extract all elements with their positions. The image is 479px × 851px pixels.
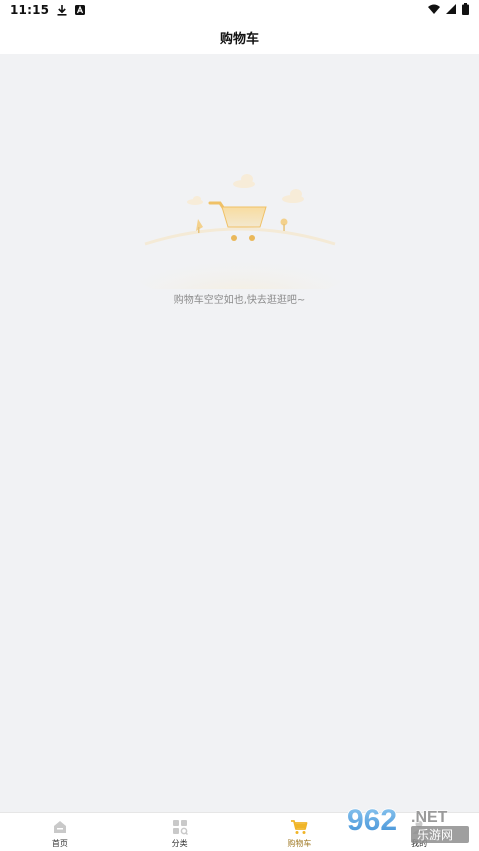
tab-cart-label: 购物车 xyxy=(287,838,312,848)
category-icon xyxy=(171,818,189,836)
cart-content: 购物车空空如也,快去逛逛吧~ xyxy=(0,54,479,812)
status-time: 11:15 xyxy=(10,3,50,17)
empty-cart-message: 购物车空空如也,快去逛逛吧~ xyxy=(173,295,306,306)
wifi-icon xyxy=(428,3,440,17)
svg-text:乐游网: 乐游网 xyxy=(417,828,453,842)
a-badge-icon xyxy=(75,5,86,15)
cart-icon xyxy=(290,818,308,836)
svg-text:.NET: .NET xyxy=(411,809,448,826)
tab-home[interactable]: 首页 xyxy=(0,813,120,851)
page-header: 购物车 xyxy=(0,20,479,54)
page-title: 购物车 xyxy=(219,31,259,47)
battery-icon xyxy=(462,2,469,18)
home-icon xyxy=(51,818,69,836)
svg-text:962: 962 xyxy=(347,804,397,837)
tab-cart[interactable]: 购物车 xyxy=(240,813,360,851)
site-watermark: 962 .NET 乐游网 xyxy=(345,802,473,846)
download-icon xyxy=(57,4,67,16)
tab-home-label: 首页 xyxy=(51,838,68,848)
tab-category-label: 分类 xyxy=(171,838,188,848)
tab-category[interactable]: 分类 xyxy=(120,813,240,851)
empty-cart-illustration xyxy=(120,169,360,302)
status-bar: 11:15 xyxy=(0,0,479,20)
signal-icon xyxy=(446,3,456,17)
